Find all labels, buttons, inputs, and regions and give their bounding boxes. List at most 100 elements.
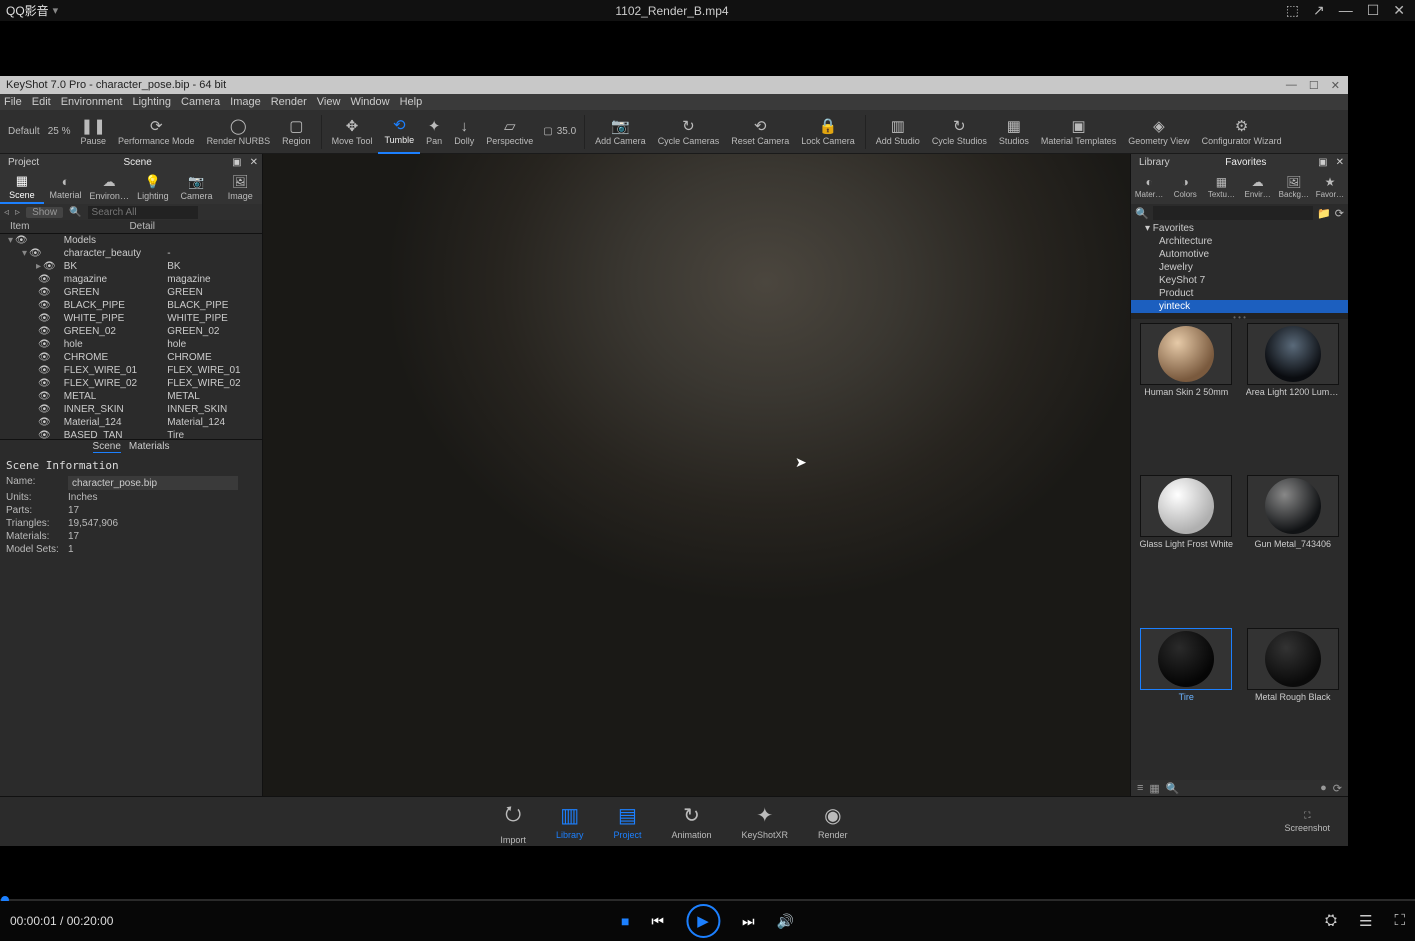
play-button[interactable]: ▶ (686, 904, 720, 938)
minimize-icon[interactable]: — (1339, 2, 1353, 19)
tab-materials[interactable]: Materials (129, 441, 170, 452)
tree-row[interactable]: 👁WHITE_PIPEWHITE_PIPE (0, 312, 262, 325)
add-studio-button[interactable]: ▥Add Studio (870, 110, 926, 154)
studios-button[interactable]: ▦Studios (993, 110, 1035, 154)
perspective-button[interactable]: ▱Perspective (480, 110, 539, 154)
maximize-icon[interactable]: ☐ (1367, 2, 1380, 19)
keyshot-close-icon[interactable]: ✕ (1331, 79, 1340, 92)
tree-row[interactable]: 👁GREENGREEN (0, 286, 262, 299)
perf-mode-button[interactable]: ⟳Performance Mode (112, 110, 201, 154)
tree-row[interactable]: 👁FLEX_WIRE_02FLEX_WIRE_02 (0, 377, 262, 390)
cycle-cameras-button[interactable]: ↻Cycle Cameras (652, 110, 726, 154)
project-tab-scene[interactable]: ▦Scene (0, 170, 44, 204)
scene-tree[interactable]: ▾👁Models▾👁character_beauty-▸👁BKBK👁magazi… (0, 234, 262, 439)
move-tool-button[interactable]: ✥Move Tool (326, 110, 379, 154)
library-search-input[interactable] (1153, 206, 1313, 220)
tree-row[interactable]: 👁INNER_SKININNER_SKIN (0, 403, 262, 416)
tree-row[interactable]: 👁BASED_TANTire (0, 429, 262, 439)
tree-row[interactable]: ▾👁Models (0, 234, 262, 247)
menu-edit[interactable]: Edit (32, 96, 51, 108)
reset-camera-button[interactable]: ⟲Reset Camera (725, 110, 795, 154)
scene-name-input[interactable] (68, 476, 238, 490)
library-refresh-icon[interactable]: ⟳ (1335, 207, 1344, 220)
panel-close-icon[interactable]: ✕ (246, 157, 262, 168)
tree-expand-icon[interactable]: ▹ (15, 207, 20, 218)
menu-file[interactable]: File (4, 96, 22, 108)
tree-row[interactable]: ▾👁character_beauty- (0, 247, 262, 260)
qq-pin-icon[interactable]: ⬚ (1286, 2, 1299, 19)
zoom-percent[interactable]: 25 % (44, 126, 75, 137)
add-camera-button[interactable]: 📷Add Camera (589, 110, 652, 154)
render-nurbs-button[interactable]: ◯Render NURBS (201, 110, 277, 154)
player-playlist-icon[interactable]: ☰ (1359, 912, 1372, 930)
material-thumbnail[interactable]: Glass Light Frost White (1135, 475, 1238, 623)
workspace-dropdown[interactable]: Default (4, 126, 44, 137)
tree-row[interactable]: 👁METALMETAL (0, 390, 262, 403)
ribbon-library[interactable]: ▥Library (556, 803, 584, 840)
menu-environment[interactable]: Environment (61, 96, 123, 108)
tree-collapse-icon[interactable]: ◃ (4, 207, 9, 218)
volume-button[interactable]: 🔊 (777, 913, 794, 930)
library-tab-4[interactable]: 🖼Backg… (1276, 170, 1312, 204)
player-fullscreen-icon[interactable]: ⛶ (1394, 912, 1405, 930)
perspective-value[interactable]: ▢ 35.0 (539, 126, 580, 137)
tree-row[interactable]: 👁CHROMECHROME (0, 351, 262, 364)
tumble-button[interactable]: ⟲Tumble (378, 110, 420, 154)
geometry-view-button[interactable]: ◈Geometry View (1122, 110, 1195, 154)
favorites-folder[interactable]: Architecture (1131, 235, 1348, 248)
library-tab-5[interactable]: ★Favor… (1312, 170, 1348, 204)
menu-lighting[interactable]: Lighting (132, 96, 171, 108)
menu-image[interactable]: Image (230, 96, 261, 108)
library-folder-icon[interactable]: 📁 (1317, 207, 1331, 220)
ribbon-import[interactable]: ⭮Import (500, 799, 526, 845)
library-close-icon[interactable]: ✕ (1332, 157, 1348, 168)
screenshot-button[interactable]: ⛶ Screenshot (1284, 810, 1330, 833)
favorites-folder[interactable]: Automotive (1131, 248, 1348, 261)
favorites-folder[interactable]: Jewelry (1131, 261, 1348, 274)
library-undock-icon[interactable]: ▣ (1314, 157, 1331, 168)
project-tab-image[interactable]: 🖼Image (218, 170, 262, 204)
material-search-icon[interactable]: 🔍 (1166, 782, 1180, 795)
library-tab-2[interactable]: ▦Textu… (1203, 170, 1239, 204)
render-viewport[interactable]: ➤ (263, 154, 1130, 796)
material-thumbnail[interactable]: Area Light 1200 Lumen … (1242, 323, 1345, 471)
close-icon[interactable]: ✕ (1393, 2, 1405, 19)
tree-row[interactable]: 👁BLACK_PIPEBLACK_PIPE (0, 299, 262, 312)
next-button[interactable]: ⏭ (742, 913, 755, 930)
material-thumbnail[interactable]: Human Skin 2 50mm (1135, 323, 1238, 471)
qq-pip-icon[interactable]: ↗ (1313, 2, 1325, 19)
project-tab-lighting[interactable]: 💡Lighting (131, 170, 175, 204)
menu-camera[interactable]: Camera (181, 96, 220, 108)
show-button[interactable]: Show (26, 207, 63, 218)
ribbon-render[interactable]: ◉Render (818, 803, 848, 840)
library-tab-0[interactable]: ◐Mater… (1131, 170, 1167, 204)
tab-scene[interactable]: Scene (93, 441, 121, 453)
favorites-folder[interactable]: Product (1131, 287, 1348, 300)
region-button[interactable]: ▢Region (276, 110, 317, 154)
cycle-studios-button[interactable]: ↻Cycle Studios (926, 110, 993, 154)
keyshot-minimize-icon[interactable]: — (1286, 79, 1297, 92)
pan-button[interactable]: ✦Pan (420, 110, 448, 154)
project-tab-camera[interactable]: 📷Camera (175, 170, 219, 204)
material-templates-button[interactable]: ▣Material Templates (1035, 110, 1122, 154)
tree-row[interactable]: 👁FLEX_WIRE_01FLEX_WIRE_01 (0, 364, 262, 377)
material-thumbnail[interactable]: Gun Metal_743406 (1242, 475, 1345, 623)
player-settings-icon[interactable]: ⛭ (1325, 912, 1337, 930)
prev-button[interactable]: ⏮ (651, 913, 664, 930)
keyshot-maximize-icon[interactable]: ☐ (1309, 79, 1319, 92)
stop-button[interactable]: ■ (621, 913, 629, 929)
menu-view[interactable]: View (317, 96, 341, 108)
tree-row[interactable]: 👁Material_124Material_124 (0, 416, 262, 429)
project-tab-material[interactable]: ◐Material (44, 170, 88, 204)
tree-row[interactable]: 👁GREEN_02GREEN_02 (0, 325, 262, 338)
view-grid-icon[interactable]: ▦ (1149, 782, 1159, 795)
dolly-button[interactable]: ↓Dolly (448, 110, 480, 154)
favorites-folder[interactable]: yinteck (1131, 300, 1348, 313)
ribbon-keyshotxr[interactable]: ✦KeyShotXR (742, 803, 789, 840)
view-list-icon[interactable]: ≡ (1137, 782, 1143, 794)
library-tab-3[interactable]: ☁Envir… (1240, 170, 1276, 204)
favorites-folder[interactable]: KeyShot 7 (1131, 274, 1348, 287)
material-thumbnail[interactable]: Metal Rough Black (1242, 628, 1345, 776)
lock-camera-button[interactable]: 🔒Lock Camera (795, 110, 861, 154)
tree-row[interactable]: ▸👁BKBK (0, 260, 262, 273)
